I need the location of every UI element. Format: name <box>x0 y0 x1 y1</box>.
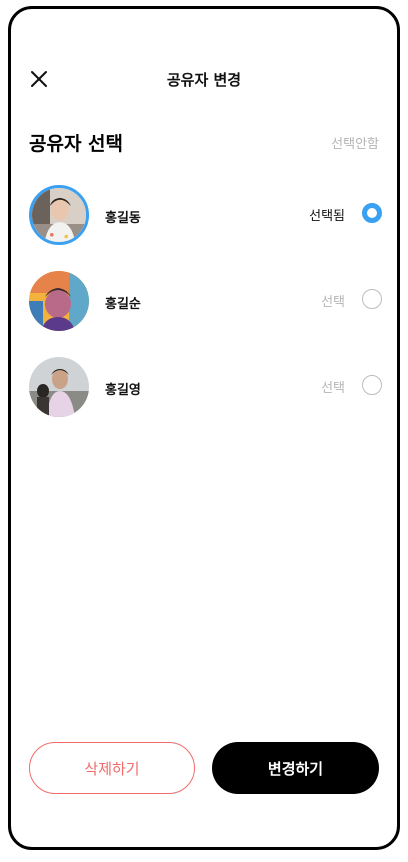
sharer-name: 홍길순 <box>105 297 141 312</box>
select-radio[interactable] <box>362 203 382 223</box>
section-title: 공유자 선택 <box>29 133 124 155</box>
avatar-photo <box>29 357 89 417</box>
sharer-name: 홍길동 <box>105 211 141 226</box>
sharer-status: 선택됨 <box>309 209 345 224</box>
avatar <box>29 271 89 331</box>
sharer-status: 선택 <box>321 381 345 396</box>
app-header: 공유자 변경 <box>11 59 397 99</box>
avatar-photo <box>32 188 86 242</box>
unselect-all-button[interactable]: 선택안함 <box>331 133 379 152</box>
sharer-list: 홍길동 선택됨 홍길순 선택 홍길영 선택 <box>11 181 397 439</box>
delete-button[interactable]: 삭제하기 <box>29 742 195 794</box>
select-radio[interactable] <box>362 375 382 395</box>
avatar <box>29 185 89 245</box>
sharer-row[interactable]: 홍길순 선택 <box>11 267 397 353</box>
sharer-status: 선택 <box>321 295 345 310</box>
change-button[interactable]: 변경하기 <box>212 742 379 794</box>
sharer-name: 홍길영 <box>105 383 141 398</box>
sharer-row[interactable]: 홍길동 선택됨 <box>11 181 397 267</box>
avatar-photo <box>29 271 89 331</box>
avatar <box>29 357 89 417</box>
page-title: 공유자 변경 <box>166 71 242 89</box>
bottom-action-bar: 삭제하기 변경하기 <box>11 742 397 796</box>
phone-frame: 공유자 변경 공유자 선택 선택안함 홍길동 선택됨 홍길순 선택 홍길영 선택… <box>8 6 400 850</box>
section-header: 공유자 선택 선택안함 <box>11 127 397 157</box>
sharer-row[interactable]: 홍길영 선택 <box>11 353 397 439</box>
select-radio[interactable] <box>362 289 382 309</box>
